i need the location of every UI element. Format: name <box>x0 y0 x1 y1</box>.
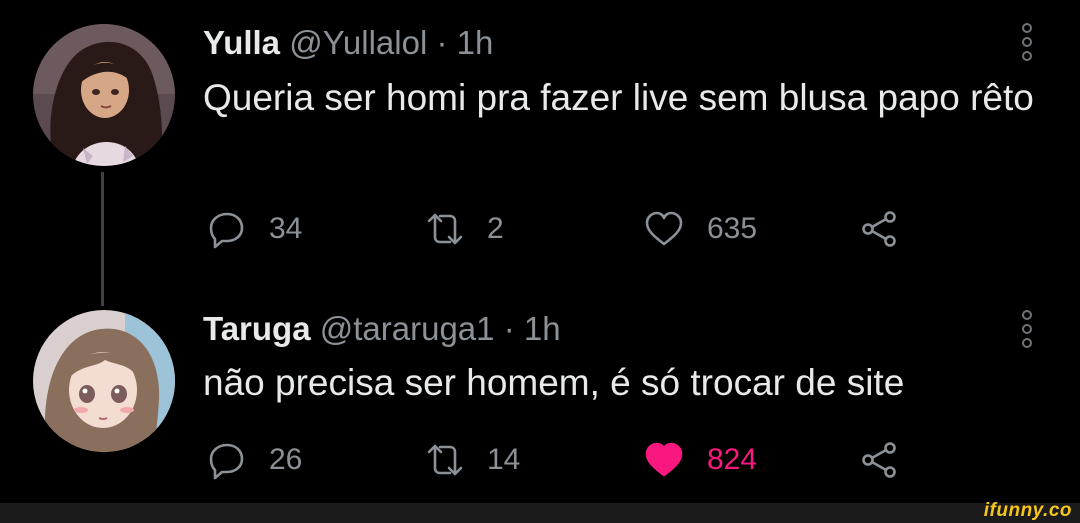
avatar[interactable] <box>33 24 175 166</box>
timestamp[interactable]: 1h <box>524 310 561 347</box>
retweet-icon <box>423 440 467 480</box>
like-count: 635 <box>707 212 758 245</box>
avatar-image <box>33 24 175 166</box>
retweet-icon <box>423 209 467 249</box>
separator: · <box>436 24 448 61</box>
more-options-button[interactable] <box>1016 309 1038 356</box>
retweet-button[interactable]: 2 <box>423 204 504 254</box>
timestamp[interactable]: 1h <box>457 24 494 61</box>
user-handle[interactable]: @tararuga1 <box>320 310 495 347</box>
ifunny-watermark: ifunny.co <box>983 500 1072 521</box>
reply-button[interactable]: 26 <box>207 435 302 485</box>
tweet-text: não precisa ser homem, é só trocar de si… <box>203 362 905 403</box>
display-name[interactable]: Taruga <box>203 310 311 347</box>
tweet-text: Queria ser homi pra fazer live sem blusa… <box>203 77 1034 118</box>
avatar[interactable] <box>33 310 175 452</box>
reply-icon <box>207 209 247 249</box>
share-button[interactable] <box>860 204 900 254</box>
reply-button[interactable]: 34 <box>207 204 302 254</box>
like-button[interactable]: 824 <box>643 435 757 485</box>
tweet-header: Taruga @tararuga1 · 1h <box>203 309 561 349</box>
more-options-button[interactable] <box>1016 22 1038 69</box>
avatar-image <box>33 310 175 452</box>
tweet-header: Yulla @Yullalol · 1h <box>203 23 493 63</box>
retweet-count: 14 <box>487 443 521 476</box>
like-button[interactable]: 635 <box>643 204 757 254</box>
reply-icon <box>207 440 247 480</box>
share-button[interactable] <box>860 435 900 485</box>
retweet-count: 2 <box>487 212 504 245</box>
separator: · <box>503 310 515 347</box>
reply-count: 34 <box>269 212 303 245</box>
user-handle[interactable]: @Yullalol <box>289 24 427 61</box>
more-vertical-icon <box>1022 310 1032 348</box>
reply-count: 26 <box>269 443 303 476</box>
share-icon <box>860 209 900 249</box>
more-vertical-icon <box>1022 23 1032 61</box>
heart-icon <box>643 440 685 480</box>
tweet-actions: 26 14 824 <box>0 435 1080 485</box>
heart-icon <box>643 209 685 249</box>
display-name[interactable]: Yulla <box>203 24 280 61</box>
tweet-actions: 34 2 635 <box>0 204 1080 254</box>
retweet-button[interactable]: 14 <box>423 435 520 485</box>
share-icon <box>860 440 900 480</box>
watermark-bar: ifunny.co <box>0 500 1080 523</box>
like-count: 824 <box>707 443 758 476</box>
